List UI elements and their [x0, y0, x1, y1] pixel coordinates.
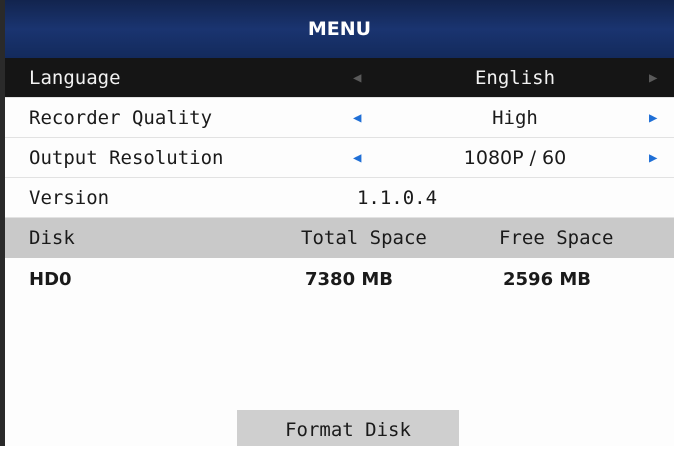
setting-label: Recorder Quality	[29, 107, 213, 129]
disk-table-header: Disk Total Space Free Space	[5, 218, 674, 258]
setting-row-version: Version 1.1.0.4	[5, 178, 674, 218]
column-header-total-space: Total Space	[301, 227, 427, 249]
version-value: 1.1.0.4	[356, 187, 438, 209]
arrow-left-icon[interactable]: ◀	[353, 58, 361, 98]
setting-row-recorder-quality[interactable]: Recorder Quality ◀ High ▶	[5, 98, 674, 138]
menu-screen: MENU Language ◀ English ▶ Recorder Quali…	[0, 0, 674, 446]
disk-free-space: 2596 MB	[503, 269, 591, 290]
setting-row-language[interactable]: Language ◀ English ▶	[5, 58, 674, 98]
setting-label: Output Resolution	[29, 147, 224, 169]
arrow-right-icon[interactable]: ▶	[649, 58, 657, 98]
column-header-free-space: Free Space	[499, 227, 614, 249]
arrow-left-icon[interactable]: ◀	[353, 98, 361, 138]
arrow-right-icon[interactable]: ▶	[649, 98, 657, 138]
format-disk-button[interactable]: Format Disk	[237, 410, 459, 446]
setting-row-output-resolution[interactable]: Output Resolution ◀ 1080P / 60 ▶	[5, 138, 674, 178]
arrow-right-icon[interactable]: ▶	[649, 138, 657, 178]
column-header-disk: Disk	[29, 227, 75, 249]
setting-value: 1080P / 60	[463, 147, 567, 169]
disk-row[interactable]: HD0 7380 MB 2596 MB	[5, 260, 674, 300]
disk-total-space: 7380 MB	[305, 269, 393, 290]
disk-name: HD0	[29, 269, 72, 290]
arrow-left-icon[interactable]: ◀	[353, 138, 361, 178]
setting-label: Language	[29, 67, 121, 89]
setting-value: High	[492, 107, 538, 129]
setting-label: Version	[29, 187, 110, 209]
setting-value: English	[474, 67, 556, 89]
menu-title: MENU	[5, 0, 674, 58]
